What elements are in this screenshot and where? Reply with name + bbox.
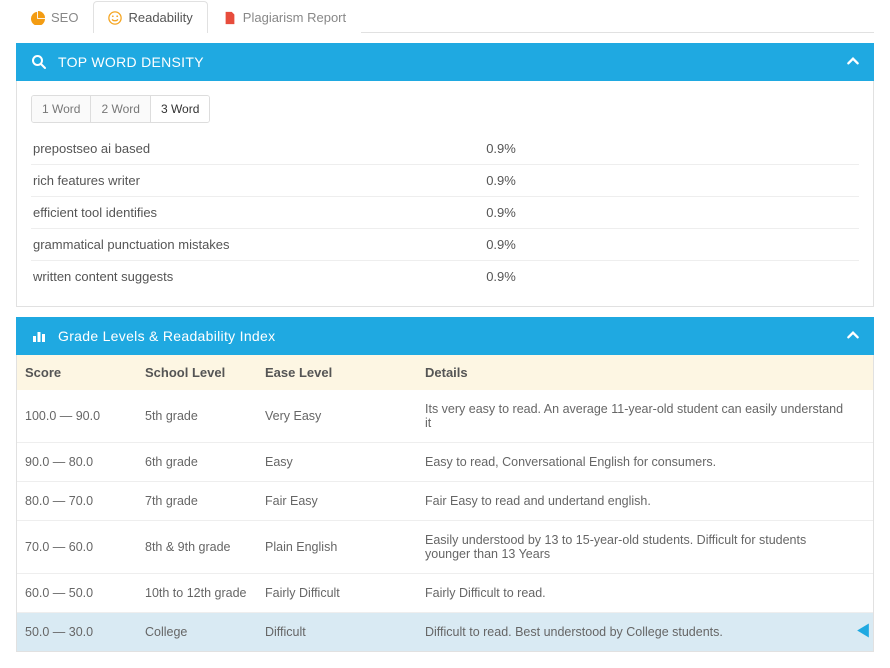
grade-row-active: 50.0 — 30.0 College Difficult Difficult … — [17, 613, 873, 651]
grade-row: 100.0 — 90.0 5th grade Very Easy Its ver… — [17, 390, 873, 443]
grade-ease: Very Easy — [265, 409, 425, 423]
grade-details: Fairly Difficult to read. — [425, 586, 865, 600]
col-header-score: Score — [25, 365, 145, 380]
chevron-up-icon[interactable] — [846, 54, 860, 71]
density-row: written content suggests 0.9% — [31, 261, 859, 292]
grade-score: 50.0 — 30.0 — [25, 625, 145, 639]
grade-title: Grade Levels & Readability Index — [58, 328, 846, 344]
subtab-3word[interactable]: 3 Word — [151, 96, 209, 122]
density-term: efficient tool identifies — [33, 205, 486, 220]
grade-school: 7th grade — [145, 494, 265, 508]
grade-details: Easily understood by 13 to 15-year-old s… — [425, 533, 865, 561]
subtab-2word[interactable]: 2 Word — [91, 96, 150, 122]
grade-details: Its very easy to read. An average 11-yea… — [425, 402, 865, 430]
density-pct: 0.9% — [486, 269, 857, 284]
tab-readability[interactable]: Readability — [93, 1, 207, 33]
grade-row: 90.0 — 80.0 6th grade Easy Easy to read,… — [17, 443, 873, 482]
density-term: written content suggests — [33, 269, 486, 284]
grade-details: Fair Easy to read and undertand english. — [425, 494, 865, 508]
grade-score: 80.0 — 70.0 — [25, 494, 145, 508]
grade-school: 8th & 9th grade — [145, 540, 265, 554]
density-row: prepostseo ai based 0.9% — [31, 133, 859, 165]
density-term: grammatical punctuation mistakes — [33, 237, 486, 252]
density-row: grammatical punctuation mistakes 0.9% — [31, 229, 859, 261]
grade-details: Easy to read, Conversational English for… — [425, 455, 865, 469]
tab-seo-label: SEO — [51, 10, 78, 25]
grade-row: 80.0 — 70.0 7th grade Fair Easy Fair Eas… — [17, 482, 873, 521]
density-title: TOP WORD DENSITY — [58, 54, 846, 70]
density-body: 1 Word 2 Word 3 Word prepostseo ai based… — [16, 81, 874, 307]
grade-header[interactable]: Grade Levels & Readability Index — [16, 317, 874, 355]
density-subtabs: 1 Word 2 Word 3 Word — [31, 95, 210, 123]
search-icon — [30, 53, 48, 71]
density-header[interactable]: TOP WORD DENSITY — [16, 43, 874, 81]
grade-table-header: Score School Level Ease Level Details — [17, 355, 873, 390]
grade-score: 70.0 — 60.0 — [25, 540, 145, 554]
density-term: prepostseo ai based — [33, 141, 486, 156]
col-header-details: Details — [425, 365, 865, 380]
col-header-ease: Ease Level — [265, 365, 425, 380]
tab-readability-label: Readability — [128, 10, 192, 25]
grade-ease: Easy — [265, 455, 425, 469]
grade-school: 6th grade — [145, 455, 265, 469]
density-row: efficient tool identifies 0.9% — [31, 197, 859, 229]
grade-score: 60.0 — 50.0 — [25, 586, 145, 600]
grade-score: 90.0 — 80.0 — [25, 455, 145, 469]
tab-plagiarism-label: Plagiarism Report — [243, 10, 346, 25]
grade-ease: Fairly Difficult — [265, 586, 425, 600]
density-pct: 0.9% — [486, 173, 857, 188]
grade-score: 100.0 — 90.0 — [25, 409, 145, 423]
bar-chart-icon — [30, 327, 48, 345]
grade-table: Score School Level Ease Level Details 10… — [17, 355, 873, 651]
grade-details: Difficult to read. Best understood by Co… — [425, 625, 865, 639]
main-tabs: SEO Readability Plagiarism Report — [16, 0, 874, 33]
grade-row: 70.0 — 60.0 8th & 9th grade Plain Englis… — [17, 521, 873, 574]
density-term: rich features writer — [33, 173, 486, 188]
grade-ease: Difficult — [265, 625, 425, 639]
density-pct: 0.9% — [486, 205, 857, 220]
tab-seo[interactable]: SEO — [16, 1, 93, 33]
smile-icon — [108, 11, 122, 25]
grade-school: College — [145, 625, 265, 639]
grade-body: Score School Level Ease Level Details 10… — [16, 355, 874, 652]
grade-row: 60.0 — 50.0 10th to 12th grade Fairly Di… — [17, 574, 873, 613]
density-pct: 0.9% — [486, 237, 857, 252]
grade-ease: Fair Easy — [265, 494, 425, 508]
pie-icon — [31, 11, 45, 25]
document-icon — [223, 11, 237, 25]
tab-plagiarism[interactable]: Plagiarism Report — [208, 1, 361, 33]
density-pct: 0.9% — [486, 141, 857, 156]
triangle-left-icon — [857, 624, 869, 641]
grade-school: 5th grade — [145, 409, 265, 423]
grade-school: 10th to 12th grade — [145, 586, 265, 600]
subtab-1word[interactable]: 1 Word — [32, 96, 91, 122]
density-row: rich features writer 0.9% — [31, 165, 859, 197]
col-header-school: School Level — [145, 365, 265, 380]
chevron-up-icon[interactable] — [846, 328, 860, 345]
grade-ease: Plain English — [265, 540, 425, 554]
